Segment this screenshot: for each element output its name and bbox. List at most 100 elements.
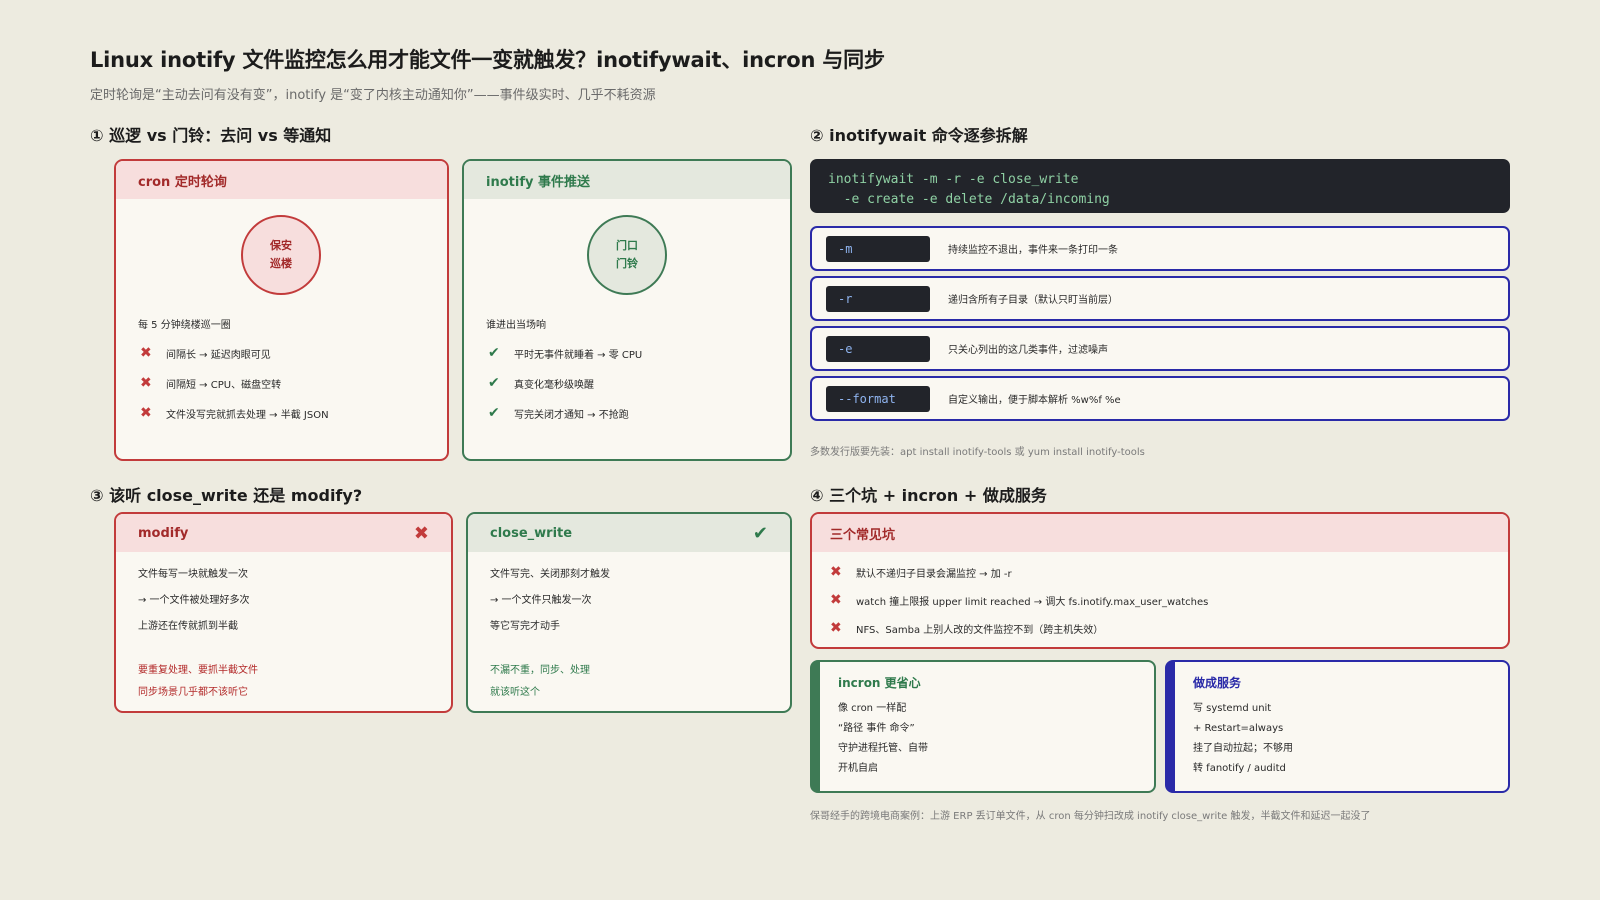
list-item: ✖ 文件没写完就抓去处理 → 半截 JSON [140,398,329,428]
modify-conclusion-line: 要重复处理、要抓半截文件 [138,665,258,676]
cron-drawbacks: ✖ 间隔长 → 延迟肉眼可见 ✖ 间隔短 → CPU、磁盘空转 ✖ 文件没写完就抓去处… [140,338,329,428]
check-icon: ✔ [488,375,500,391]
incron-line: 开机自启 [838,763,878,774]
cross-icon: ✖ [140,375,152,391]
cron-lead: 每 5 分钟绕楼巡一圈 [138,320,231,331]
close-write-card-title: close_write [490,525,573,541]
modify-lines: 文件每写一块就触发一次 → 一个文件被处理好多次 上游还在传就抓到半截 [138,562,250,640]
list-item-text: watch 撞上限报 upper limit reached → 调大 fs.i… [856,596,1209,608]
incron-card: incron 更省心 像 cron 一样配 “路径 事件 命令” 守护进程托管、… [810,660,1156,793]
flag-desc: 自定义输出，便于脚本解析 %w%f %e [948,395,1121,406]
service-card: 做成服务 写 systemd unit + Restart=always 挂了自… [1165,660,1510,793]
install-note: 多数发行版要先装：apt install inotify-tools 或 yum… [810,447,1145,458]
inotify-card-title: inotify 事件推送 [486,174,590,190]
service-line: 挂了自动拉起；不够用 [1193,743,1293,754]
flag-row-e: -e 只关心列出的这几类事件，过滤噪声 [810,326,1510,371]
flag-desc: 递归含所有子目录（默认只盯当前层） [948,295,1118,306]
command-box: inotifywait -m -r -e close_write -e crea… [810,159,1510,213]
cross-icon: ✖ [830,592,842,608]
list-item-text: 文件没写完就抓去处理 → 半截 JSON [166,409,329,421]
cross-icon: ✖ [140,345,152,361]
inotify-benefits: ✔ 平时无事件就睡着 → 零 CPU ✔ 真变化毫秒级唤醒 ✔ 写完关闭才通知 → 不… [488,338,642,428]
inotify-card-header: inotify 事件推送 [464,161,790,199]
pitfalls-list: ✖ 默认不递归子目录会漏监控 → 加 -r ✖ watch 撞上限报 upper l… [830,558,1208,642]
cross-icon: ✖ [830,564,842,580]
flag-desc: 持续监控不退出，事件来一条打印一条 [948,245,1118,256]
modify-line: 上游还在传就抓到半截 [138,621,238,632]
list-item-text: 平时无事件就睡着 → 零 CPU [514,349,643,361]
close-write-conclusion-line: 不漏不重，同步、处理 [490,665,590,676]
close-write-card-header: close_write ✔ [468,514,790,552]
service-card-title: 做成服务 [1193,676,1242,690]
inotify-lead: 谁进出当场响 [486,320,546,331]
pitfalls-card: 三个常见坑 ✖ 默认不递归子目录会漏监控 → 加 -r ✖ watch 撞上限报 u… [810,512,1510,649]
list-item: ✔ 写完关闭才通知 → 不抢跑 [488,398,642,428]
guard-circle-line1: 保安 [270,239,292,252]
list-item-text: 真变化毫秒级唤醒 [514,379,594,391]
pitfalls-card-title: 三个常见坑 [830,527,896,543]
section-1-title: ① 巡逻 vs 门铃：去问 vs 等通知 [90,126,332,145]
cron-card-header: cron 定时轮询 [116,161,447,199]
modify-conclusion-line: 同步场景几乎都不该听它 [138,687,248,698]
list-item: ✖ 默认不递归子目录会漏监控 → 加 -r [830,558,1208,586]
cron-card: cron 定时轮询 保安 巡楼 每 5 分钟绕楼巡一圈 ✖ 间隔长 → 延迟肉眼可… [114,159,449,461]
list-item: ✔ 真变化毫秒级唤醒 [488,368,642,398]
section-3-title: ③ 该听 close_write 还是 modify? [90,486,363,505]
list-item-text: NFS、Samba 上别人改的文件监控不到（跨主机失效） [856,624,1104,636]
flag-desc: 只关心列出的这几类事件，过滤噪声 [948,345,1108,356]
modify-conclusion: 要重复处理、要抓半截文件 同步场景几乎都不该听它 [138,660,258,704]
modify-line: → 一个文件被处理好多次 [138,595,250,606]
check-icon: ✔ [488,405,500,421]
cross-icon: ✖ [140,405,152,421]
list-item: ✖ 间隔长 → 延迟肉眼可见 [140,338,329,368]
incron-card-title: incron 更省心 [838,676,921,690]
section-4-title: ④ 三个坑 + incron + 做成服务 [810,486,1047,505]
close-write-line: 等它写完才动手 [490,621,560,632]
inotify-card: inotify 事件推送 门口 门铃 谁进出当场响 ✔ 平时无事件就睡着 → 零 … [462,159,792,461]
flag-row-r: -r 递归含所有子目录（默认只盯当前层） [810,276,1510,321]
list-item-text: 写完关闭才通知 → 不抢跑 [514,409,629,421]
doorbell-circle: 门口 门铃 [587,215,667,295]
flag-code: -r [826,285,930,312]
close-write-card: close_write ✔ 文件写完、关闭那刻才触发 → 一个文件只触发一次 等… [466,512,792,713]
guard-circle: 保安 巡楼 [241,215,321,295]
check-icon: ✔ [752,522,768,544]
modify-line: 文件每写一块就触发一次 [138,569,248,580]
incron-line: 守护进程托管、自带 [838,743,928,754]
list-item: ✔ 平时无事件就睡着 → 零 CPU [488,338,642,368]
service-line: 写 systemd unit [1193,703,1272,714]
list-item-text: 间隔长 → 延迟肉眼可见 [166,349,271,361]
modify-card-title: modify [138,525,189,541]
flag-row-format: --format 自定义输出，便于脚本解析 %w%f %e [810,376,1510,421]
doorbell-circle-line2: 门铃 [616,257,638,270]
close-write-lines: 文件写完、关闭那刻才触发 → 一个文件只触发一次 等它写完才动手 [490,562,610,640]
list-item: ✖ watch 撞上限报 upper limit reached → 调大 fs.… [830,586,1208,614]
flag-code: -e [826,335,930,362]
cross-icon: ✖ [413,522,429,544]
flag-code: -m [826,235,930,262]
modify-card: modify ✖ 文件每写一块就触发一次 → 一个文件被处理好多次 上游还在传就… [114,512,453,713]
close-write-conclusion-line: 就该听这个 [490,687,540,698]
flag-row-m: -m 持续监控不退出，事件来一条打印一条 [810,226,1510,271]
close-write-conclusion: 不漏不重，同步、处理 就该听这个 [490,660,590,704]
modify-card-header: modify ✖ [116,514,451,552]
list-item-text: 默认不递归子目录会漏监控 → 加 -r [856,568,1012,580]
flag-code: --format [826,385,930,412]
list-item-text: 间隔短 → CPU、磁盘空转 [166,379,282,391]
cross-icon: ✖ [830,620,842,636]
check-icon: ✔ [488,345,500,361]
list-item: ✖ 间隔短 → CPU、磁盘空转 [140,368,329,398]
pitfalls-card-header: 三个常见坑 [812,514,1508,552]
guard-circle-line2: 巡楼 [270,257,292,270]
section-2-title: ② inotifywait 命令逐参拆解 [810,126,1028,145]
incron-line: 像 cron 一样配 [838,703,907,714]
close-write-line: → 一个文件只触发一次 [490,595,592,606]
doorbell-circle-line1: 门口 [616,239,638,252]
page-subtitle: 定时轮询是“主动去问有没有变”，inotify 是“变了内核主动通知你”——事件… [90,88,656,103]
close-write-line: 文件写完、关闭那刻才触发 [490,569,610,580]
service-line: + Restart=always [1193,723,1284,734]
cron-card-title: cron 定时轮询 [138,174,227,190]
service-line: 转 fanotify / auditd [1193,763,1286,774]
case-note: 保哥经手的跨境电商案例：上游 ERP 丢订单文件，从 cron 每分钟扫改成 i… [810,811,1371,822]
list-item: ✖ NFS、Samba 上别人改的文件监控不到（跨主机失效） [830,614,1208,642]
